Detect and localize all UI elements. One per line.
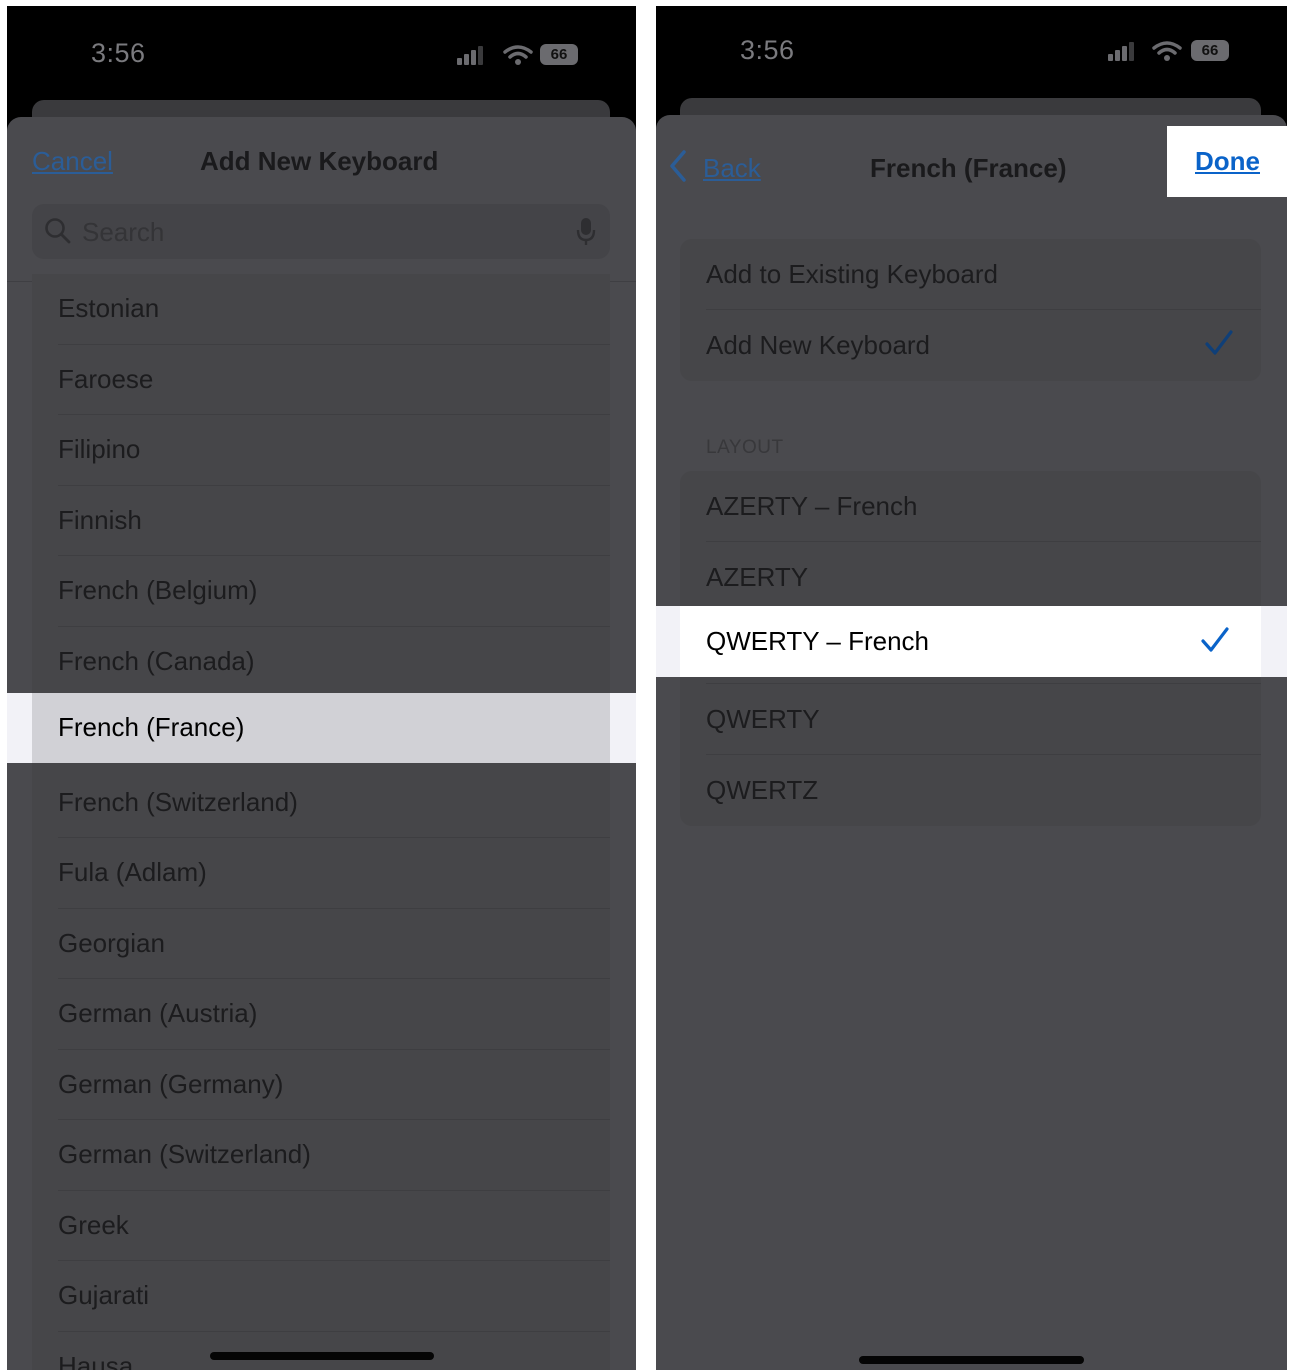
language-label: French (Belgium) xyxy=(58,575,258,605)
language-label: French (Switzerland) xyxy=(58,786,298,817)
layout-option-label: QWERTZ xyxy=(706,775,819,805)
language-row[interactable]: French (Switzerland) xyxy=(32,768,610,838)
cancel-button[interactable]: Cancel xyxy=(32,146,113,177)
checkmark-icon xyxy=(1201,627,1229,652)
page-title: French (France) xyxy=(870,153,1067,183)
language-label: Faroese xyxy=(58,363,154,394)
language-row[interactable]: Faroese xyxy=(32,345,610,415)
language-row[interactable]: Finnish xyxy=(32,486,610,556)
home-indicator xyxy=(210,1352,434,1360)
language-row[interactable]: Greek xyxy=(32,1191,610,1261)
language-row[interactable]: German (Germany) xyxy=(32,1050,610,1120)
battery-indicator: 66 xyxy=(540,44,578,65)
language-row[interactable]: German (Austria) xyxy=(32,979,610,1050)
keyboard-mode-group: Add to Existing Keyboard Add New Keyboard xyxy=(680,239,1261,381)
language-label: French (Canada) xyxy=(58,645,255,676)
language-label: Fula (Adlam) xyxy=(58,857,207,887)
selected-language-label: French (France) xyxy=(58,712,245,742)
chevron-left-icon[interactable] xyxy=(668,149,688,183)
wifi-icon xyxy=(1152,41,1182,61)
cellular-signal-icon xyxy=(1108,42,1134,61)
search-input[interactable] xyxy=(80,204,554,261)
keyboard-mode-option[interactable]: Add to Existing Keyboard xyxy=(680,239,1261,310)
checkmark-icon xyxy=(1205,330,1233,355)
home-indicator xyxy=(859,1356,1084,1364)
language-row[interactable]: Hausa xyxy=(32,1332,610,1370)
layout-option[interactable]: QWERTY xyxy=(680,684,1261,755)
language-label: German (Austria) xyxy=(58,998,258,1028)
language-label: Filipino xyxy=(58,434,141,464)
layout-section-header: LAYOUT xyxy=(706,437,784,458)
back-button[interactable]: Back xyxy=(703,153,761,184)
cellular-signal-icon xyxy=(457,46,483,65)
page-title: Add New Keyboard xyxy=(200,146,439,176)
layout-option-label: QWERTY xyxy=(706,704,820,734)
layout-option-label: AZERTY – French xyxy=(706,491,918,521)
status-time: 3:56 xyxy=(91,38,146,68)
microphone-icon[interactable] xyxy=(576,217,596,247)
language-row[interactable]: French (Belgium) xyxy=(32,556,610,627)
search-icon xyxy=(45,218,71,244)
keyboard-mode-option-label: Add New Keyboard xyxy=(706,330,931,360)
layout-option-label: AZERTY xyxy=(706,562,809,592)
language-label: Finnish xyxy=(58,504,142,535)
language-label: German (Germany) xyxy=(58,1068,284,1099)
language-label: Hausa xyxy=(58,1350,134,1370)
done-button[interactable]: Done xyxy=(1195,146,1260,177)
left-phone-screen: 3:56 66 Cancel Add New Keyboard Search E… xyxy=(7,6,636,1370)
language-row[interactable]: Filipino xyxy=(32,415,610,486)
language-row[interactable]: German (Switzerland) xyxy=(32,1120,610,1191)
language-row[interactable]: Fula (Adlam) xyxy=(32,838,610,909)
layout-option[interactable]: AZERTY – French xyxy=(680,471,1261,542)
layout-option-selected-label: QWERTY – French xyxy=(706,626,929,656)
language-row[interactable]: Estonian xyxy=(32,274,610,345)
language-label: Estonian xyxy=(58,293,160,323)
language-label: Gujarati xyxy=(58,1280,150,1310)
language-row[interactable]: French (Canada) xyxy=(32,627,610,697)
battery-indicator: 66 xyxy=(1191,40,1229,61)
language-label: German (Switzerland) xyxy=(58,1139,311,1169)
language-row[interactable]: Georgian xyxy=(32,909,610,979)
language-label: Georgian xyxy=(58,927,165,958)
done-button-highlight: Done xyxy=(1167,126,1287,197)
status-time: 3:56 xyxy=(740,35,795,65)
keyboard-mode-option[interactable]: Add New Keyboard xyxy=(680,310,1261,381)
search-bar[interactable] xyxy=(32,204,610,261)
keyboard-mode-option-label: Add to Existing Keyboard xyxy=(706,259,998,289)
language-label: Greek xyxy=(58,1209,129,1240)
language-row[interactable]: Gujarati xyxy=(32,1261,610,1332)
right-phone-screen: 3:56 66 Back French (France) Done Add to… xyxy=(656,6,1287,1370)
wifi-icon xyxy=(503,45,533,65)
language-list: Estonian Faroese Filipino Finnish French (Be… xyxy=(32,274,610,1370)
layout-option[interactable]: QWERTZ xyxy=(680,755,1261,826)
panel-gap xyxy=(636,0,656,1370)
layout-option[interactable]: AZERTY xyxy=(680,542,1261,613)
